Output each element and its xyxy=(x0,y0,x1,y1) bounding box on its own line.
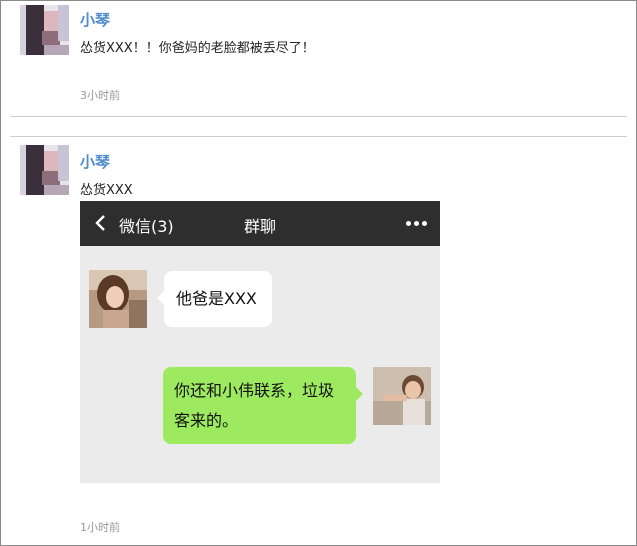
author-name[interactable]: 小琴 xyxy=(80,151,110,172)
post-message: 怂货XXX！！你爸妈的老脸都被丢尽了！ xyxy=(80,41,315,56)
post-timestamp: 1小时前 xyxy=(80,521,120,534)
feed-container: 小琴 怂货XXX！！你爸妈的老脸都被丢尽了！ 3小时前 小琴 怂货XXX 微信(… xyxy=(0,0,637,546)
avatar[interactable] xyxy=(20,5,69,55)
chat-avatar xyxy=(89,270,147,328)
post-timestamp: 3小时前 xyxy=(80,89,120,102)
author-name[interactable]: 小琴 xyxy=(80,9,110,30)
chat-message-text: 你还和小伟联系，垃圾客来的。 xyxy=(174,381,335,430)
post-message: 怂货XXX xyxy=(80,183,133,198)
ellipsis-icon[interactable] xyxy=(406,221,428,227)
chat-title: 群聊 xyxy=(243,217,276,236)
chat-avatar xyxy=(373,367,431,425)
chat-topbar: 微信(3) 群聊 xyxy=(80,201,440,246)
chat-bubble-incoming: 他爸是XXX xyxy=(157,271,272,327)
chat-message-text: 他爸是XXX xyxy=(176,289,257,308)
divider xyxy=(10,136,627,137)
chat-screenshot-image[interactable]: 微信(3) 群聊 他爸是XXX 你还和小伟联系，垃圾客来的。 xyxy=(80,201,440,483)
divider xyxy=(10,116,627,117)
chat-bubble-outgoing: 你还和小伟联系，垃圾客来的。 xyxy=(163,367,363,444)
avatar[interactable] xyxy=(20,145,69,195)
